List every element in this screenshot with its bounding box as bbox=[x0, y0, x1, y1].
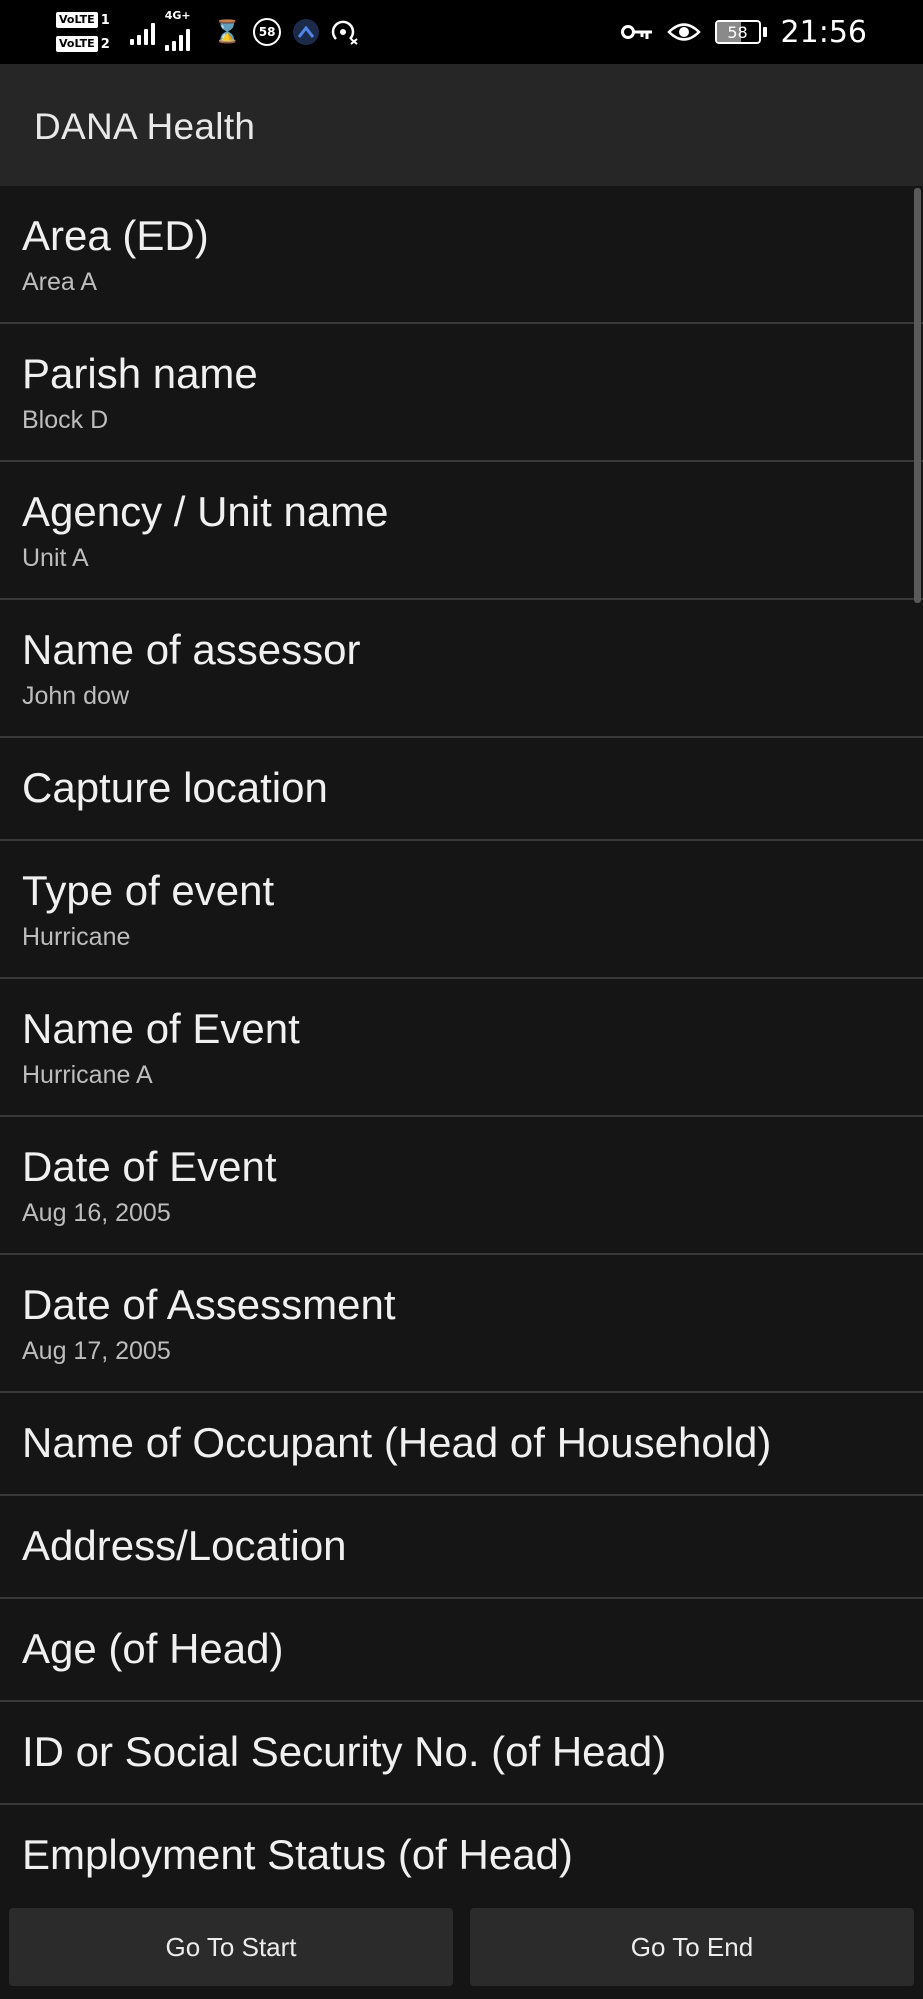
battery-cap bbox=[762, 27, 767, 37]
list-item-value: Unit A bbox=[22, 544, 89, 572]
list-item-parish[interactable]: Parish name Block D bbox=[0, 324, 923, 462]
list-item-value: Block D bbox=[22, 406, 109, 434]
list-item-value: John dow bbox=[22, 682, 130, 710]
list-item-event-date[interactable]: Date of Event Aug 16, 2005 bbox=[0, 1117, 923, 1255]
list-scrollbar[interactable] bbox=[914, 188, 921, 603]
list-item-employment-status[interactable]: Employment Status (of Head) bbox=[0, 1805, 923, 1906]
list-item-event-type[interactable]: Type of event Hurricane bbox=[0, 841, 923, 979]
sim-number: 1 bbox=[100, 12, 110, 28]
list-item-title: Parish name bbox=[22, 350, 258, 397]
list-item-title: Address/Location bbox=[22, 1522, 347, 1569]
list-item-value: Hurricane A bbox=[22, 1061, 153, 1089]
battery-icon: 58 bbox=[714, 20, 767, 44]
list-item-title: Area (ED) bbox=[22, 212, 209, 259]
list-item-title: Date of Assessment bbox=[22, 1281, 396, 1328]
app-bar: DANA Health bbox=[0, 64, 923, 186]
list-item-title: Type of event bbox=[22, 867, 275, 914]
list-item-title: Date of Event bbox=[22, 1143, 277, 1190]
list-item-address[interactable]: Address/Location bbox=[0, 1496, 923, 1599]
form-field-list[interactable]: Area (ED) Area A Parish name Block D Age… bbox=[0, 186, 923, 1906]
battery-level: 58 bbox=[727, 22, 748, 42]
hourglass-icon: ⌛ bbox=[213, 19, 242, 45]
network-type-label: 4G+ bbox=[164, 9, 191, 22]
list-item-assessor[interactable]: Name of assessor John dow bbox=[0, 600, 923, 738]
status-bar: VoLTE 1 VoLTE 2 4G+ ⌛ 58 58 21:56 bbox=[0, 0, 923, 64]
list-item-value: Aug 17, 2005 bbox=[22, 1337, 171, 1365]
list-item-id-number[interactable]: ID or Social Security No. (of Head) bbox=[0, 1702, 923, 1805]
volte-badge: VoLTE bbox=[56, 36, 98, 52]
sim-number: 2 bbox=[100, 36, 110, 52]
list-item-title: Age (of Head) bbox=[22, 1625, 284, 1672]
list-item-title: Name of Event bbox=[22, 1005, 300, 1052]
sim1-indicator: VoLTE 1 bbox=[56, 11, 110, 29]
list-item-event-name[interactable]: Name of Event Hurricane A bbox=[0, 979, 923, 1117]
list-item-area[interactable]: Area (ED) Area A bbox=[0, 186, 923, 324]
list-item-title: ID or Social Security No. (of Head) bbox=[22, 1728, 667, 1775]
status-bar-left: VoLTE 1 VoLTE 2 4G+ ⌛ 58 bbox=[56, 6, 371, 58]
list-item-value: Hurricane bbox=[22, 923, 131, 951]
list-item-value: Aug 16, 2005 bbox=[22, 1199, 171, 1227]
list-item-title: Name of Occupant (Head of Household) bbox=[22, 1419, 772, 1466]
list-item-occupant-name[interactable]: Name of Occupant (Head of Household) bbox=[0, 1393, 923, 1496]
notification-count-badge: 58 bbox=[253, 18, 282, 46]
bottom-nav-bar: Go To Start Go To End bbox=[0, 1898, 923, 1999]
app-title: DANA Health bbox=[34, 106, 256, 147]
list-item-title: Name of assessor bbox=[22, 626, 361, 673]
list-item-title: Agency / Unit name bbox=[22, 488, 389, 535]
app-notification-icon bbox=[293, 19, 320, 45]
list-item-value: Area A bbox=[22, 268, 98, 296]
status-bar-right: 58 21:56 bbox=[620, 6, 867, 58]
go-to-end-button[interactable]: Go To End bbox=[470, 1908, 914, 1986]
signal-bars-icon bbox=[129, 19, 155, 45]
list-item-title: Capture location bbox=[22, 764, 328, 811]
eye-icon bbox=[666, 21, 701, 43]
go-to-start-button[interactable]: Go To Start bbox=[9, 1908, 453, 1986]
network-4g-indicator: 4G+ bbox=[164, 9, 200, 51]
list-item-title: Employment Status (of Head) bbox=[22, 1831, 573, 1878]
list-item-capture-location[interactable]: Capture location bbox=[0, 738, 923, 841]
status-clock: 21:56 bbox=[780, 14, 867, 50]
list-item-agency[interactable]: Agency / Unit name Unit A bbox=[0, 462, 923, 600]
key-icon bbox=[620, 23, 653, 41]
battery-body: 58 bbox=[714, 20, 761, 44]
list-item-assessment-date[interactable]: Date of Assessment Aug 17, 2005 bbox=[0, 1255, 923, 1393]
sim-indicators: VoLTE 1 VoLTE 2 bbox=[56, 11, 110, 53]
hotspot-icon bbox=[331, 19, 359, 45]
sim2-indicator: VoLTE 2 bbox=[56, 35, 110, 53]
list-item-age[interactable]: Age (of Head) bbox=[0, 1599, 923, 1702]
signal-bars-icon bbox=[164, 25, 190, 51]
volte-badge: VoLTE bbox=[56, 12, 98, 28]
